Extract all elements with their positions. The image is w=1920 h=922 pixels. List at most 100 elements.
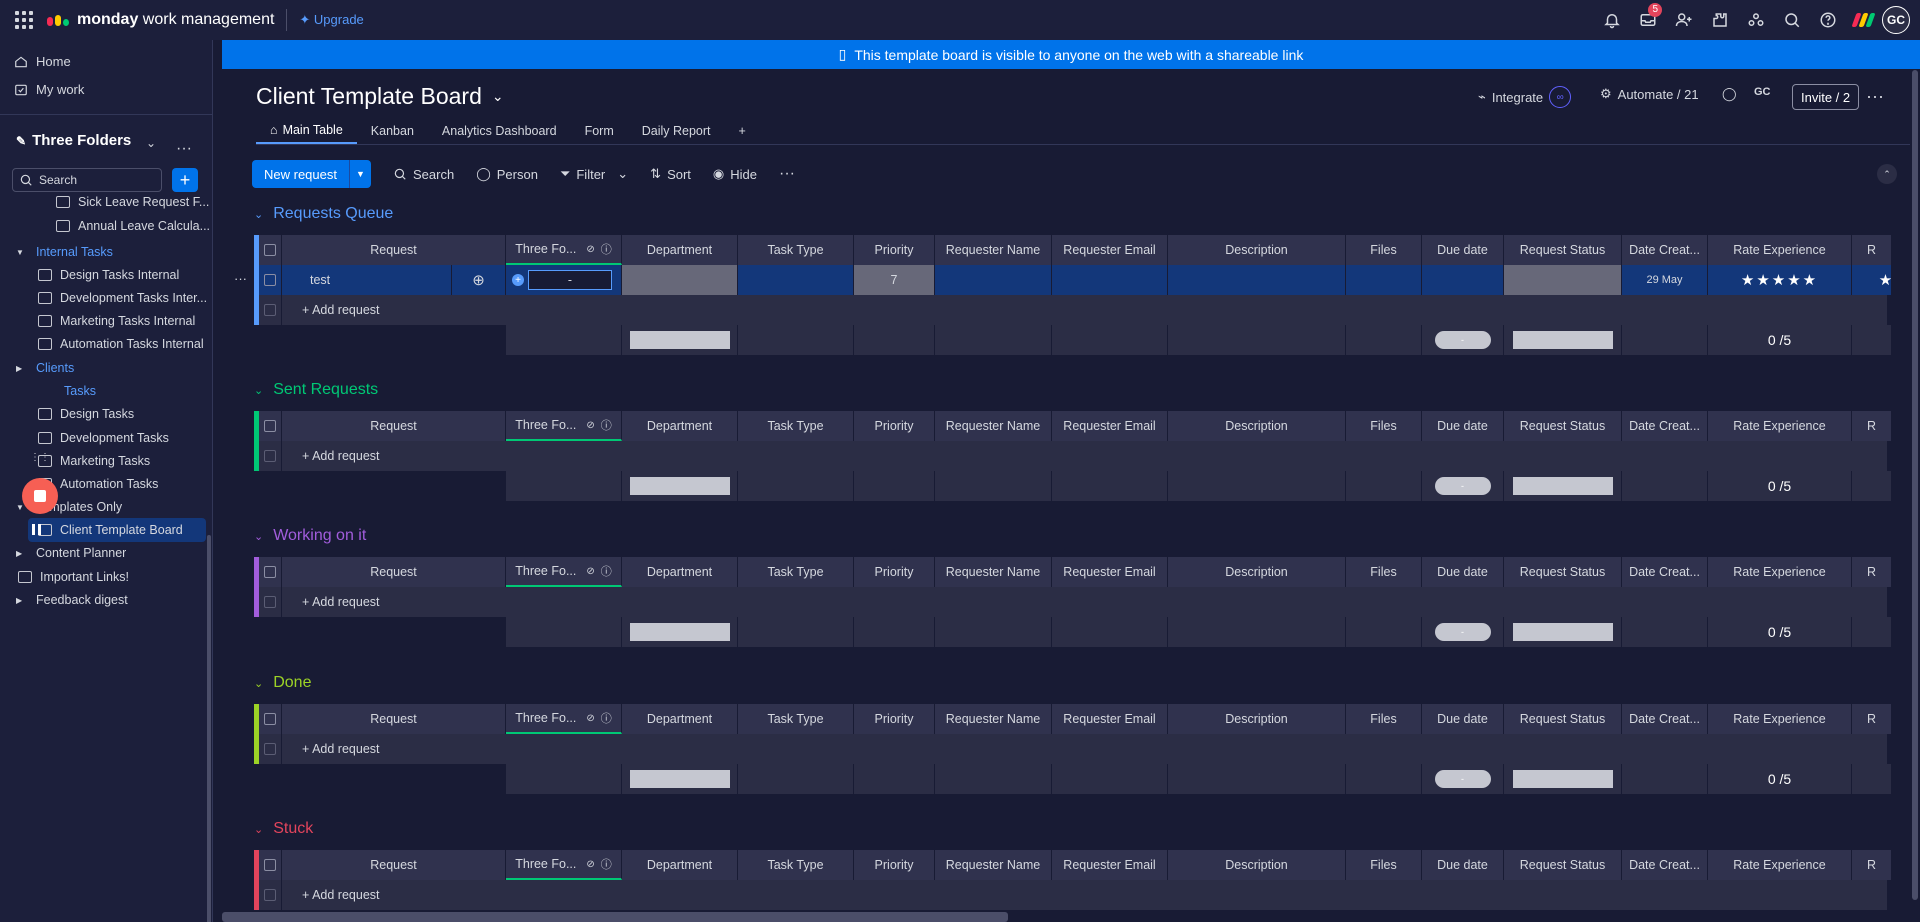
eye-hidden-icon[interactable]: ⊘ (586, 566, 594, 577)
column-header-request[interactable]: Request (282, 235, 506, 265)
column-header-request[interactable]: Request (282, 557, 506, 587)
column-header-three-folders[interactable]: Three Fo... ⊘ ⓘ (506, 411, 622, 441)
tab-daily-report[interactable]: Daily Report (628, 118, 725, 144)
board-owner-avatar[interactable]: GC (1754, 86, 1771, 98)
column-header-requester-name[interactable]: Requester Name (935, 557, 1052, 587)
invite-button[interactable]: Invite / 2 (1792, 84, 1860, 110)
add-item-row[interactable]: + Add request (254, 441, 1888, 471)
column-header-department[interactable]: Department (622, 704, 738, 734)
toolbar-more-icon[interactable]: ··· (779, 165, 795, 183)
column-header-description[interactable]: Description (1168, 850, 1346, 880)
cell-request-status[interactable] (1504, 265, 1622, 295)
add-item-input[interactable]: + Add request (282, 441, 1888, 471)
column-header-requester-email[interactable]: Requester Email (1052, 235, 1168, 265)
sidebar-item-content-planner[interactable]: ▶ Content Planner (0, 541, 126, 565)
column-header-r[interactable]: R (1852, 850, 1892, 880)
sidebar-search-input[interactable]: Search (12, 168, 162, 192)
column-header-request-status[interactable]: Request Status (1504, 557, 1622, 587)
board-vertical-scrollbar[interactable] (1910, 70, 1920, 910)
column-header-task-type[interactable]: Task Type (738, 557, 854, 587)
sidebar-item-clients[interactable]: ▶ Clients (0, 356, 74, 380)
help-icon[interactable] (1810, 0, 1846, 40)
column-header-request-status[interactable]: Request Status (1504, 704, 1622, 734)
cell-task-type[interactable] (738, 265, 854, 295)
column-header-description[interactable]: Description (1168, 235, 1346, 265)
column-header-task-type[interactable]: Task Type (738, 850, 854, 880)
add-item-button[interactable]: + (172, 168, 198, 192)
cell-request[interactable]: test ⊕ (282, 265, 506, 295)
add-view-button[interactable]: + (725, 118, 760, 144)
drag-handle-icon[interactable]: ⋮⋮ (30, 452, 50, 463)
sidebar-item-feedback-digest[interactable]: ▶ Feedback digest (0, 588, 128, 612)
automate-button[interactable]: ⚙ Automate / 21 (1600, 86, 1699, 102)
column-header-department[interactable]: Department (622, 850, 738, 880)
column-header-requester-email[interactable]: Requester Email (1052, 850, 1168, 880)
apps-marketplace-icon[interactable] (1702, 0, 1738, 40)
column-header-r[interactable]: R (1852, 411, 1892, 441)
board-horizontal-scrollbar[interactable] (222, 910, 1920, 922)
column-header-department[interactable]: Department (622, 411, 738, 441)
sidebar-item-marketing-tasks-internal[interactable]: Marketing Tasks Internal (0, 309, 195, 333)
column-header-r[interactable]: R (1852, 557, 1892, 587)
column-header-rate-experience[interactable]: Rate Experience (1708, 850, 1852, 880)
select-all-checkbox[interactable] (264, 859, 276, 871)
add-item-input[interactable]: + Add request (282, 295, 1888, 325)
add-item-row[interactable]: + Add request (254, 734, 1888, 764)
column-header-priority[interactable]: Priority (854, 557, 935, 587)
select-all-checkbox[interactable] (264, 713, 276, 725)
sidebar-item-automation-tasks-internal[interactable]: Automation Tasks Internal (0, 332, 204, 356)
chevron-down-icon[interactable]: ⌄ (254, 208, 263, 221)
group-title[interactable]: ⌄ Requests Queue (254, 205, 393, 223)
upgrade-link[interactable]: ✦ Upgrade (299, 12, 363, 28)
column-header-three-folders[interactable]: Three Fo... ⊘ ⓘ (506, 235, 622, 265)
notifications-bell-icon[interactable] (1594, 0, 1630, 40)
column-header-requester-name[interactable]: Requester Name (935, 704, 1052, 734)
info-icon[interactable]: ⓘ (601, 710, 612, 726)
inbox-icon[interactable]: 5 (1630, 0, 1666, 40)
row-more-icon[interactable]: ··· (234, 271, 247, 286)
cell-priority[interactable]: 7 (854, 265, 935, 295)
updates-icon[interactable]: ◯ (1722, 86, 1737, 102)
sidebar-item-development-tasks-inter[interactable]: Development Tasks Inter... (0, 286, 207, 310)
column-header-task-type[interactable]: Task Type (738, 704, 854, 734)
column-header-files[interactable]: Files (1346, 557, 1422, 587)
cell-description[interactable] (1168, 265, 1346, 295)
info-icon[interactable]: ⓘ (601, 417, 612, 433)
column-header-requester-name[interactable]: Requester Name (935, 850, 1052, 880)
cell-date-created[interactable]: 29 May (1622, 265, 1708, 295)
sidebar-item-important-links[interactable]: Important Links! (0, 565, 129, 589)
board-more-icon[interactable]: ··· (1866, 86, 1884, 107)
tab-analytics-dashboard[interactable]: Analytics Dashboard (428, 118, 571, 144)
workspace-selector[interactable]: ✎ Three Folders (16, 132, 131, 149)
column-header-three-folders[interactable]: Three Fo... ⊘ ⓘ (506, 557, 622, 587)
sidebar-item-templates-only[interactable]: ▼ Templates Only (0, 495, 122, 519)
stop-recording-button[interactable] (22, 478, 58, 514)
monday-logo[interactable]: monday work management (47, 11, 274, 29)
column-header-r[interactable]: R (1852, 704, 1892, 734)
info-icon[interactable]: ⓘ (601, 563, 612, 579)
sidebar-item-my-work[interactable]: My work (14, 82, 84, 97)
cell-requester-email[interactable] (1052, 265, 1168, 295)
integrations-icon[interactable] (1738, 0, 1774, 40)
group-title[interactable]: ⌄ Sent Requests (254, 381, 378, 399)
column-header-due-date[interactable]: Due date (1422, 235, 1504, 265)
add-item-row[interactable]: + Add request (254, 587, 1888, 617)
toolbar-hide[interactable]: ◉ Hide (713, 166, 757, 182)
add-item-input[interactable]: + Add request (282, 734, 1888, 764)
user-avatar[interactable]: GC (1882, 6, 1910, 34)
eye-hidden-icon[interactable]: ⊘ (586, 420, 594, 431)
tab-main-table[interactable]: ⌂ Main Table (256, 118, 357, 144)
chevron-down-icon[interactable]: ⌄ (254, 530, 263, 543)
column-header-priority[interactable]: Priority (854, 235, 935, 265)
eye-hidden-icon[interactable]: ⊘ (586, 859, 594, 870)
collapse-header-icon[interactable]: ⌃ (1877, 164, 1897, 184)
sidebar-item-tasks[interactable]: Tasks (0, 379, 96, 403)
select-all-checkbox[interactable] (264, 244, 276, 256)
more-options-icon[interactable]: ··· (176, 140, 192, 158)
caret-right-icon[interactable]: ▶ (16, 364, 26, 373)
group-title[interactable]: ⌄ Working on it (254, 527, 366, 545)
column-header-date-created[interactable]: Date Creat... (1622, 235, 1708, 265)
column-header-task-type[interactable]: Task Type (738, 235, 854, 265)
column-header-date-created[interactable]: Date Creat... (1622, 704, 1708, 734)
new-request-button[interactable]: New request ▼ (252, 160, 371, 188)
